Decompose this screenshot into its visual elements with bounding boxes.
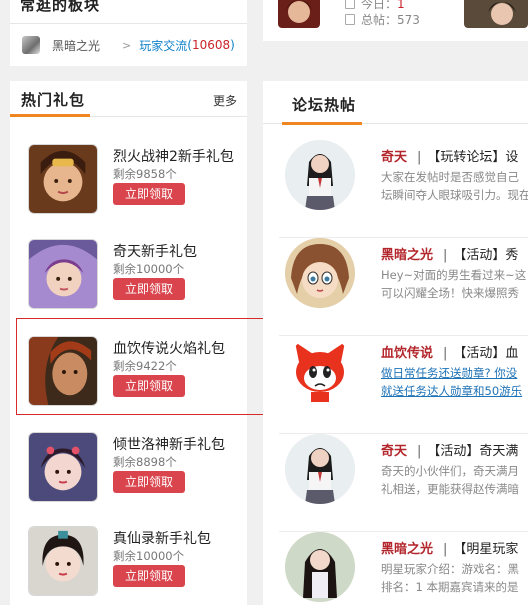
total-posts: 总帖：573 [345, 11, 420, 28]
game-icon-qitian[interactable] [28, 239, 98, 309]
gift-remaining: 剩余10000个 [113, 262, 185, 276]
title-underline [10, 114, 90, 117]
gift-item: 真仙录新手礼包 剩余10000个 立即领取 [10, 526, 247, 604]
gift-remaining: 剩余10000个 [113, 549, 185, 563]
claim-button[interactable]: 立即领取 [113, 183, 185, 205]
game-icon-qingshi[interactable] [28, 432, 98, 502]
frequent-boards-title: 常逛的板块 [20, 0, 101, 14]
post-title[interactable]: 【活动】秀 [453, 248, 518, 263]
post-separator: | [443, 346, 448, 361]
gift-name[interactable]: 奇天新手礼包 [113, 241, 197, 261]
divider [10, 23, 247, 24]
board-user-name[interactable]: 黑暗之光 [52, 37, 100, 54]
post-separator: | [417, 444, 422, 459]
post-excerpt-line[interactable]: 做日常任务还送勋章? 你没 [381, 364, 528, 382]
post-item: 黑暗之光 | 【明星玩家 明星玩家介绍：游戏名：黑 排名：1 本期嘉宾请来的是 [263, 532, 528, 605]
post-title[interactable]: 【明星玩家 [453, 542, 518, 557]
post-author[interactable]: 血饮传说 [381, 346, 433, 361]
gift-remaining: 剩余8898个 [113, 455, 177, 469]
board-link[interactable]: 玩家交流 [139, 37, 187, 54]
hot-posts-title: 论坛热帖 [292, 96, 357, 114]
post-excerpt-line: 排名：1 本期嘉宾请来的是 [381, 580, 519, 594]
post-title-line[interactable]: 奇天 | 【活动】奇天满 [381, 440, 518, 459]
user-avatar[interactable] [464, 0, 528, 28]
frequent-board-row[interactable]: 黑暗之光 > 玩家交流(10608) [22, 34, 235, 56]
total-value: 573 [397, 13, 420, 27]
gift-name[interactable]: 烈火战神2新手礼包 [113, 146, 234, 166]
user-stats-panel: 今日：1 总帖：573 [263, 0, 528, 41]
board-count-close: ) [230, 38, 235, 52]
title-underline [282, 122, 362, 125]
post-item: 奇天 | 【玩转论坛】设 大家在发帖时是否感觉自己 坛瞬间夺人眼球吸引力。现在我 [263, 140, 528, 238]
claim-button[interactable]: 立即领取 [113, 471, 185, 493]
post-separator: | [443, 248, 448, 263]
gift-remaining: 剩余9858个 [113, 167, 177, 181]
post-excerpt-line: Hey~对面的男生看过来~这 [381, 268, 527, 282]
gift-item: 倾世洛神新手礼包 剩余8898个 立即领取 [10, 432, 247, 510]
gift-name[interactable]: 真仙录新手礼包 [113, 528, 211, 548]
post-excerpt: Hey~对面的男生看过来~这 可以闪耀全场！快来爆照秀 [381, 266, 528, 302]
post-title[interactable]: 【活动】奇天满 [427, 444, 518, 459]
post-excerpt: 明星玩家介绍：游戏名：黑 排名：1 本期嘉宾请来的是 [381, 560, 528, 596]
claim-button[interactable]: 立即领取 [113, 565, 185, 587]
forum-hot-posts-panel: 论坛热帖 奇天 | 【玩转论坛】设 大家在发帖时是否感觉自己 坛瞬间夺人眼球吸引力。现… [263, 81, 528, 605]
highlight-box [16, 318, 268, 415]
post-avatar[interactable] [285, 336, 355, 406]
document-icon [345, 14, 355, 25]
gift-item: 奇天新手礼包 剩余10000个 立即领取 [10, 239, 247, 317]
post-title-line[interactable]: 黑暗之光 | 【活动】秀 [381, 244, 518, 263]
post-avatar[interactable] [285, 434, 355, 504]
post-separator: | [417, 150, 422, 165]
post-excerpt-line: 奇天的小伙伴们，奇天满月 [381, 464, 519, 478]
board-count: 10608 [191, 38, 231, 52]
post-excerpt-line: 可以闪耀全场！快来爆照秀 [381, 286, 519, 300]
today-value: 1 [397, 0, 405, 11]
post-author[interactable]: 黑暗之光 [381, 248, 433, 263]
frequent-boards-panel: 常逛的板块 黑暗之光 > 玩家交流(10608) [10, 0, 247, 66]
user-avatar-icon [22, 36, 40, 54]
post-author[interactable]: 黑暗之光 [381, 542, 433, 557]
post-item: 奇天 | 【活动】奇天满 奇天的小伙伴们，奇天满月 礼相送，更能获得赵传满暗 [263, 434, 528, 532]
post-avatar[interactable] [285, 238, 355, 308]
gift-name[interactable]: 倾世洛神新手礼包 [113, 434, 225, 454]
post-excerpt-line: 明星玩家介绍：游戏名：黑 [381, 562, 519, 576]
hot-gifts-title: 热门礼包 [21, 91, 86, 109]
post-excerpt-link[interactable]: 做日常任务还送勋章? 你没 就送任务达人勋章和50游乐 [381, 364, 528, 400]
hot-gifts-header: 热门礼包 更多 [10, 81, 247, 117]
post-item: 血饮传说 | 【活动】血 做日常任务还送勋章? 你没 就送任务达人勋章和50游乐 [263, 336, 528, 434]
today-label: 今日： [361, 0, 398, 11]
post-avatar[interactable] [285, 140, 355, 210]
post-title[interactable]: 【玩转论坛】设 [427, 150, 518, 165]
post-excerpt: 奇天的小伙伴们，奇天满月 礼相送，更能获得赵传满暗 [381, 462, 528, 498]
game-icon-zhenxian[interactable] [28, 526, 98, 596]
total-label: 总帖： [361, 13, 398, 27]
post-separator: | [443, 542, 448, 557]
post-item: 黑暗之光 | 【活动】秀 Hey~对面的男生看过来~这 可以闪耀全场！快来爆照秀 [263, 238, 528, 336]
post-title[interactable]: 【活动】血 [453, 346, 518, 361]
post-title-line[interactable]: 黑暗之光 | 【明星玩家 [381, 538, 518, 557]
hot-posts-header: 论坛热帖 [263, 81, 528, 125]
post-author[interactable]: 奇天 [381, 150, 407, 165]
more-link[interactable]: 更多 [213, 92, 237, 109]
gift-item: 烈火战神2新手礼包 剩余9858个 立即领取 [10, 144, 247, 222]
post-title-line[interactable]: 奇天 | 【玩转论坛】设 [381, 146, 518, 165]
edit-icon [345, 0, 355, 9]
post-excerpt-line: 大家在发帖时是否感觉自己 [381, 170, 519, 184]
claim-button[interactable]: 立即领取 [113, 278, 185, 300]
post-excerpt-line: 坛瞬间夺人眼球吸引力。现在我 [381, 188, 528, 202]
post-excerpt-line: 礼相送，更能获得赵传满暗 [381, 482, 519, 496]
post-title-line[interactable]: 血饮传说 | 【活动】血 [381, 342, 518, 361]
chevron-right-icon: > [122, 38, 132, 52]
post-author[interactable]: 奇天 [381, 444, 407, 459]
post-excerpt: 大家在发帖时是否感觉自己 坛瞬间夺人眼球吸引力。现在我 [381, 168, 528, 204]
post-excerpt-line[interactable]: 就送任务达人勋章和50游乐 [381, 382, 528, 400]
user-avatar[interactable] [278, 0, 320, 28]
game-icon-liehuo[interactable] [28, 144, 98, 214]
post-avatar[interactable] [285, 532, 355, 602]
